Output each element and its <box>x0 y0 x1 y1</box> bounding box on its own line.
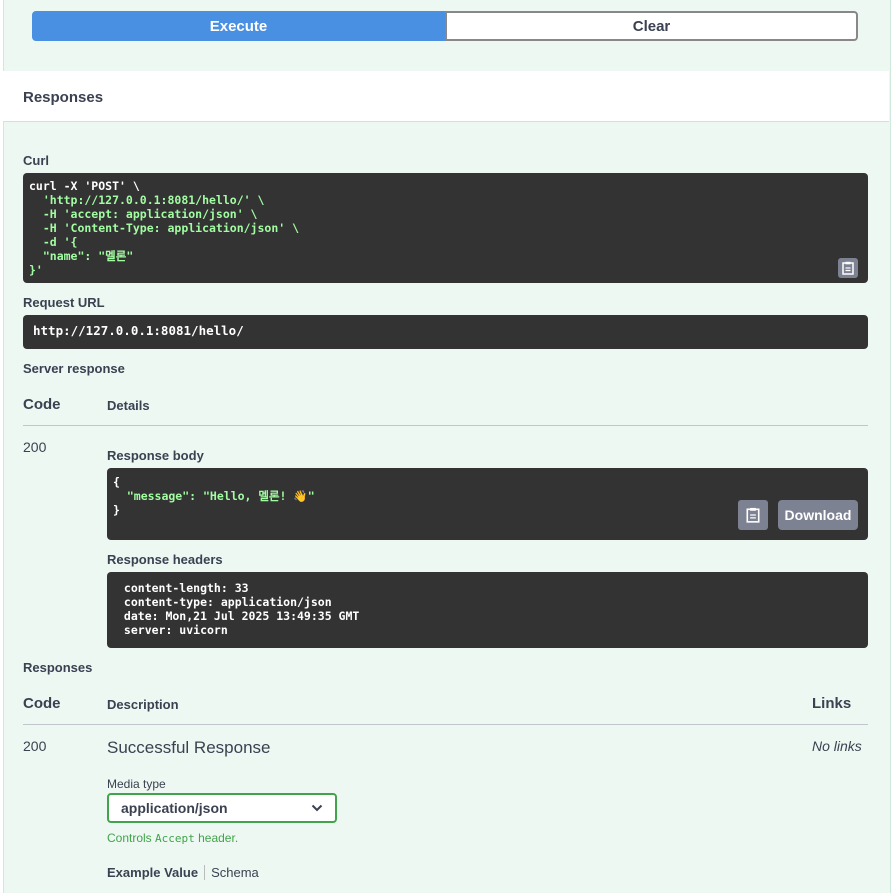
curl-line: -H 'Content-Type: application/json' \ <box>29 221 300 235</box>
response-headers-block: content-length: 33 content-type: applica… <box>107 572 868 648</box>
curl-line: }' <box>29 263 43 277</box>
response-body-label: Response body <box>107 448 204 463</box>
description-column-header: Description <box>107 697 179 712</box>
response-body-line: { <box>113 475 120 489</box>
controls-accept-text: Controls Accept header. <box>107 831 238 845</box>
media-type-value: application/json <box>121 800 228 816</box>
example-value-tab[interactable]: Example Value <box>107 865 206 880</box>
documented-responses-title: Responses <box>23 660 93 675</box>
controls-text-code: Accept <box>155 832 195 845</box>
responses-header: Responses <box>3 71 889 122</box>
response-header-line: server: uvicorn <box>117 623 228 637</box>
copy-curl-button[interactable] <box>838 258 858 278</box>
status-code: 200 <box>23 439 47 455</box>
request-url-value: http://127.0.0.1:8081/hello/ <box>23 315 868 349</box>
curl-line: "name": "멜론" <box>29 249 134 263</box>
operation-panel <box>3 0 891 893</box>
schema-tab[interactable]: Schema <box>205 865 259 880</box>
curl-line: -d '{ <box>29 235 78 249</box>
curl-label: Curl <box>23 153 49 168</box>
request-url-label: Request URL <box>23 295 105 310</box>
responses-title: Responses <box>23 89 104 106</box>
curl-line: curl -X 'POST' \ <box>29 179 140 193</box>
code-column-header: Code <box>23 695 61 712</box>
response-header-line: date: Mon,21 Jul 2025 13:49:35 GMT <box>117 609 360 623</box>
links-value: No links <box>812 738 862 754</box>
example-tabs: Example Value Schema <box>107 865 259 880</box>
curl-line: 'http://127.0.0.1:8081/hello/' \ <box>29 193 265 207</box>
copy-response-button[interactable] <box>738 500 768 530</box>
response-header-line: content-type: application/json <box>117 595 332 609</box>
response-description: Successful Response <box>107 738 271 757</box>
copy-icon <box>842 261 854 275</box>
links-column-header: Links <box>812 695 852 712</box>
response-body-line: } <box>113 503 120 517</box>
chevron-down-icon <box>311 804 323 812</box>
server-response-label: Server response <box>23 361 125 376</box>
details-column-header: Details <box>107 398 150 413</box>
response-headers-label: Response headers <box>107 552 223 567</box>
execute-wrapper: Execute Clear <box>32 11 858 41</box>
copy-icon <box>746 507 760 523</box>
controls-text-prefix: Controls <box>107 831 156 845</box>
response-code: 200 <box>23 738 47 754</box>
media-type-select[interactable]: application/json <box>107 793 337 823</box>
execute-button[interactable]: Execute <box>32 11 445 41</box>
controls-text-suffix: header. <box>194 831 239 845</box>
clear-button[interactable]: Clear <box>445 11 858 41</box>
curl-code-block: curl -X 'POST' \ 'http://127.0.0.1:8081/… <box>23 173 868 283</box>
divider <box>23 724 868 725</box>
curl-line: -H 'accept: application/json' \ <box>29 207 258 221</box>
download-button[interactable]: Download <box>778 500 858 530</box>
response-body-line: "message": "Hello, 멜론! 👋" <box>113 489 315 503</box>
divider <box>23 425 868 426</box>
media-type-label: Media type <box>107 777 166 791</box>
response-header-line: content-length: 33 <box>117 581 249 595</box>
code-column-header: Code <box>23 396 61 413</box>
